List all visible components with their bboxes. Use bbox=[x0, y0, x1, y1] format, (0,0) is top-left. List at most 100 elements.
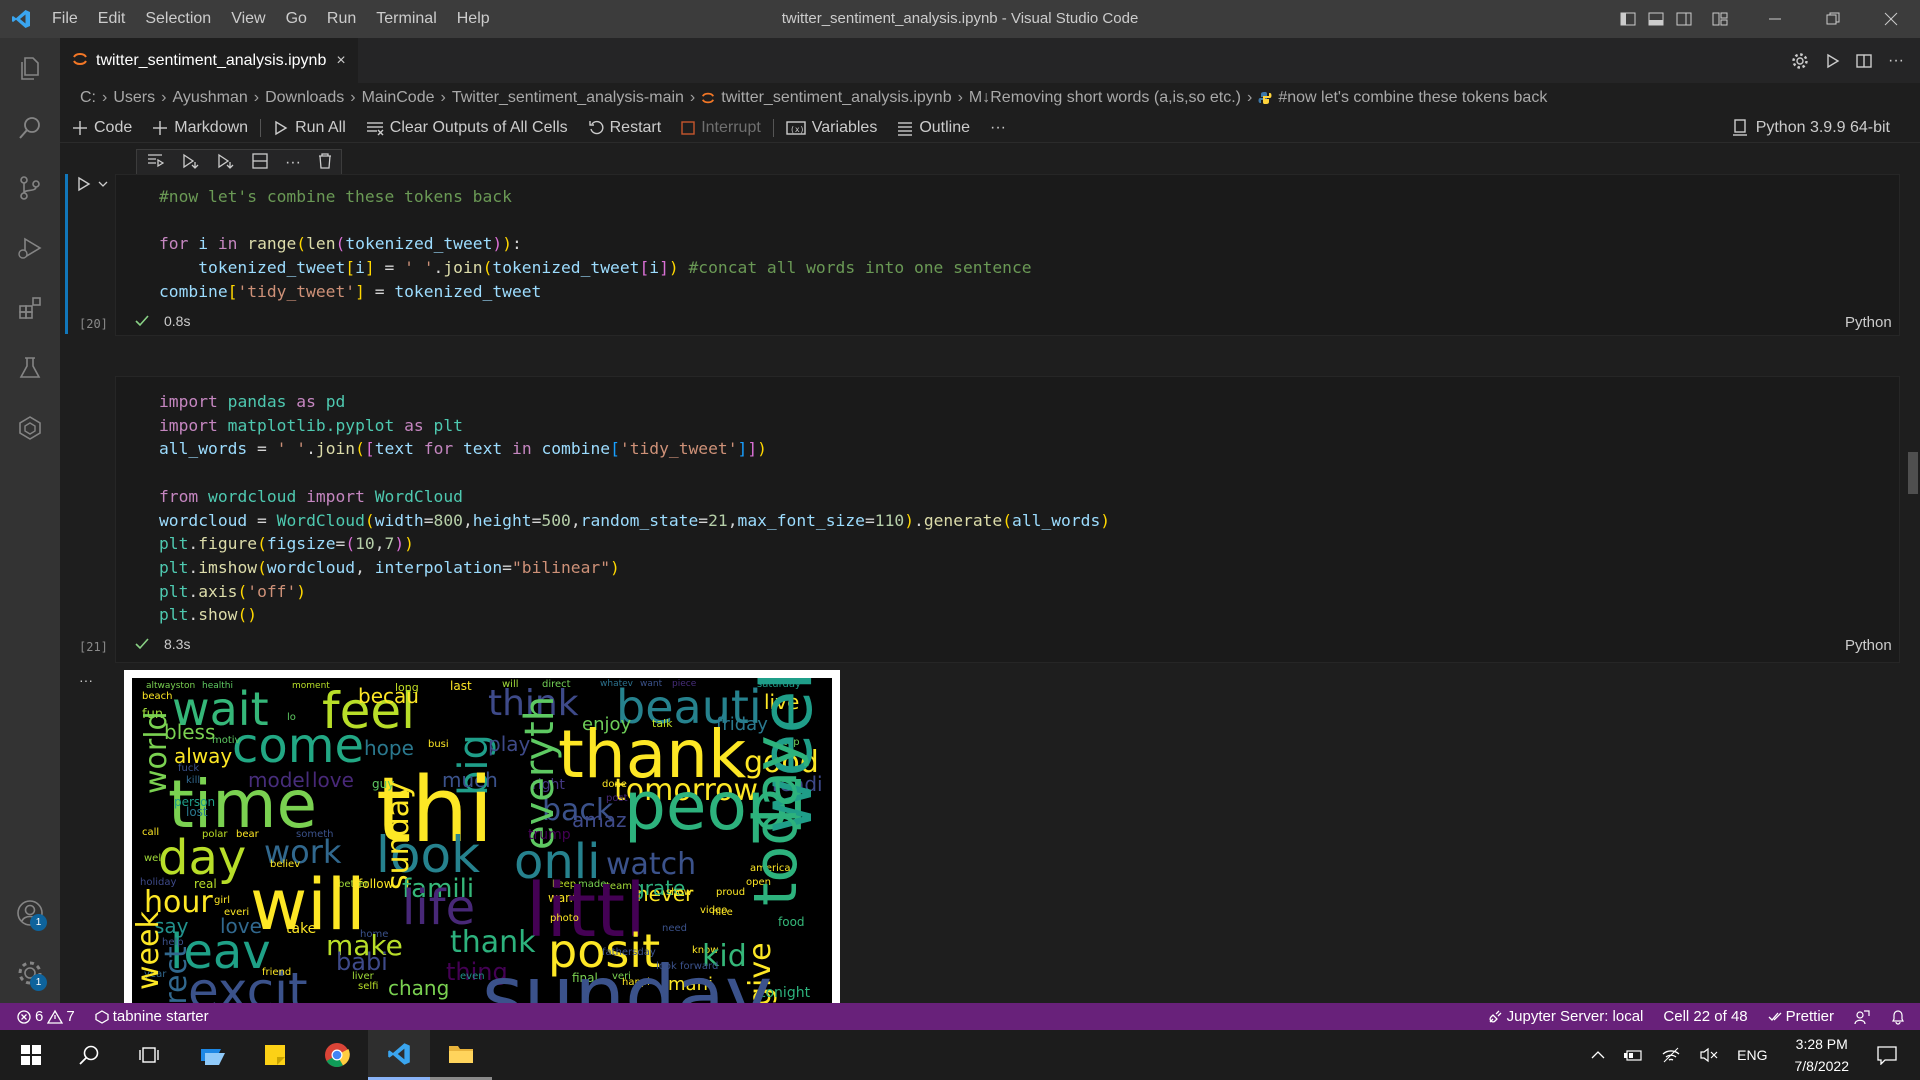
menu-terminal[interactable]: Terminal bbox=[366, 10, 446, 28]
wordcloud-word: day bbox=[158, 830, 247, 886]
customize-layout-icon[interactable] bbox=[1706, 0, 1734, 38]
split-editor-icon[interactable] bbox=[1848, 45, 1880, 77]
menu-file[interactable]: File bbox=[42, 10, 88, 28]
menu-go[interactable]: Go bbox=[276, 10, 317, 28]
taskbar-search-icon[interactable] bbox=[58, 1030, 120, 1080]
breadcrumb-item[interactable]: Users bbox=[113, 89, 155, 107]
remote-explorer-icon[interactable] bbox=[0, 398, 60, 458]
breadcrumb-item[interactable]: C: bbox=[80, 89, 96, 107]
windows-taskbar: ENG 3:28 PM 7/8/2022 bbox=[0, 1030, 1920, 1080]
accounts-icon[interactable]: 1 bbox=[0, 883, 60, 943]
toggle-secondary-sidebar-icon[interactable] bbox=[1670, 0, 1698, 38]
chrome-icon[interactable] bbox=[306, 1030, 368, 1080]
variables-button[interactable]: (x) Variables bbox=[786, 119, 877, 137]
toggle-primary-sidebar-icon[interactable] bbox=[1614, 0, 1642, 38]
kernel-icon bbox=[1732, 119, 1748, 137]
toggle-panel-icon[interactable] bbox=[1642, 0, 1670, 38]
output-more-button[interactable]: ··· bbox=[79, 672, 93, 688]
cell-status: 0.8s bbox=[134, 313, 190, 329]
battery-icon[interactable] bbox=[1623, 1048, 1643, 1062]
menu-run[interactable]: Run bbox=[317, 10, 366, 28]
breadcrumb-item[interactable]: #now let's combine these tokens back bbox=[1278, 89, 1547, 107]
wordcloud-output-image: altwayston healthi moment long last will direc… bbox=[124, 670, 840, 1003]
prettier-status[interactable]: Prettier bbox=[1768, 1008, 1834, 1025]
cell-position[interactable]: Cell 22 of 48 bbox=[1663, 1008, 1747, 1025]
outline-button[interactable]: Outline bbox=[897, 119, 970, 137]
run-and-debug-icon[interactable] bbox=[0, 218, 60, 278]
notifications-bell-icon[interactable] bbox=[1890, 1009, 1906, 1025]
tabnine-status[interactable]: tabnine starter bbox=[95, 1008, 209, 1025]
add-markdown-cell-button[interactable]: Markdown bbox=[152, 119, 248, 137]
run-all-play-icon[interactable] bbox=[1816, 45, 1848, 77]
wordcloud-word: need bbox=[662, 923, 687, 934]
execute-above-icon[interactable] bbox=[146, 153, 164, 174]
close-window-button[interactable] bbox=[1862, 0, 1920, 38]
vscode-taskbar-icon[interactable] bbox=[368, 1030, 430, 1080]
execution-time: 8.3s bbox=[164, 636, 191, 652]
more-actions-icon[interactable]: ··· bbox=[1880, 45, 1912, 77]
menu-selection[interactable]: Selection bbox=[135, 10, 221, 28]
jupyter-server-status[interactable]: Jupyter Server: local bbox=[1487, 1008, 1643, 1025]
testing-icon[interactable] bbox=[0, 338, 60, 398]
delete-cell-icon[interactable] bbox=[318, 152, 332, 174]
task-view-icon[interactable] bbox=[118, 1030, 180, 1080]
execute-below-icon[interactable] bbox=[216, 153, 234, 174]
restart-kernel-button[interactable]: Restart bbox=[588, 119, 661, 137]
wordcloud-word: photo bbox=[550, 913, 579, 924]
show-hidden-icons-chevron-up-icon[interactable] bbox=[1591, 1050, 1605, 1060]
wordcloud-word: selfi bbox=[358, 981, 379, 992]
menu-view[interactable]: View bbox=[221, 10, 275, 28]
cell-status: 8.3s bbox=[134, 636, 190, 652]
problems-indicator[interactable]: 6 7 bbox=[16, 1008, 75, 1025]
interrupt-kernel-button[interactable]: Interrupt bbox=[681, 119, 761, 137]
wordcloud-word: last bbox=[450, 679, 472, 693]
menu-help[interactable]: Help bbox=[447, 10, 500, 28]
cell-editor[interactable]: #now let's combine these tokens back for… bbox=[115, 174, 1900, 336]
clear-outputs-button[interactable]: Clear Outputs of All Cells bbox=[366, 119, 568, 137]
plus-icon bbox=[152, 120, 168, 136]
cell-editor[interactable]: import pandas as pd import matplotlib.py… bbox=[115, 376, 1900, 663]
file-explorer-icon[interactable] bbox=[430, 1030, 492, 1080]
tabnine-label: tabnine starter bbox=[112, 1008, 209, 1025]
extensions-icon[interactable] bbox=[0, 278, 60, 338]
windows-start-icon[interactable] bbox=[0, 1030, 62, 1080]
cell-more-icon[interactable]: ··· bbox=[285, 154, 301, 172]
input-language[interactable]: ENG bbox=[1737, 1047, 1767, 1063]
breadcrumb-item[interactable]: twitter_sentiment_analysis.ipynb bbox=[721, 89, 951, 107]
clock-date: 7/8/2022 bbox=[1794, 1058, 1850, 1074]
breadcrumb-item[interactable]: MainCode bbox=[362, 89, 435, 107]
kernel-picker[interactable]: Python 3.9.9 64-bit bbox=[1732, 113, 1890, 143]
source-control-icon[interactable] bbox=[0, 158, 60, 218]
cell-language[interactable]: Python bbox=[1845, 314, 1892, 331]
volume-muted-icon[interactable] bbox=[1699, 1047, 1719, 1063]
run-all-button[interactable]: Run All bbox=[273, 119, 346, 137]
explorer-icon[interactable] bbox=[0, 38, 60, 98]
sticky-notes-icon[interactable] bbox=[244, 1030, 306, 1080]
menu-edit[interactable]: Edit bbox=[88, 10, 136, 28]
toolbar-more-button[interactable]: ··· bbox=[990, 119, 1006, 137]
breadcrumb-item[interactable]: Downloads bbox=[265, 89, 344, 107]
feedback-icon[interactable] bbox=[1854, 1009, 1870, 1025]
add-code-cell-button[interactable]: Code bbox=[72, 119, 132, 137]
tab-notebook[interactable]: twitter_sentiment_analysis.ipynb × bbox=[60, 38, 358, 83]
execute-cell-below-icon[interactable] bbox=[181, 153, 199, 174]
editor-scrollbar-thumb[interactable] bbox=[1908, 452, 1918, 494]
search-icon[interactable] bbox=[0, 98, 60, 158]
wifi-icon[interactable] bbox=[1661, 1047, 1681, 1063]
tab-close-icon[interactable]: × bbox=[336, 52, 345, 70]
breadcrumb-item[interactable]: M↓Removing short words (a,is,so etc.) bbox=[969, 89, 1241, 107]
split-cell-icon[interactable] bbox=[251, 152, 268, 174]
wordcloud-word: nice bbox=[712, 907, 733, 918]
wordcloud-word: becau bbox=[358, 684, 419, 708]
azure-data-studio-icon[interactable] bbox=[182, 1030, 244, 1080]
run-cell-button[interactable] bbox=[76, 176, 108, 192]
breadcrumb-item[interactable]: Ayushman bbox=[172, 89, 247, 107]
taskbar-clock[interactable]: 3:28 PM 7/8/2022 bbox=[1795, 1033, 1850, 1077]
notebook-settings-gear-icon[interactable] bbox=[1784, 45, 1816, 77]
breadcrumb-item[interactable]: Twitter_sentiment_analysis-main bbox=[452, 89, 684, 107]
minimize-button[interactable] bbox=[1746, 0, 1804, 38]
restore-button[interactable] bbox=[1804, 0, 1862, 38]
manage-gear-icon[interactable]: 1 bbox=[0, 943, 60, 1003]
action-center-icon[interactable] bbox=[1876, 1045, 1898, 1065]
cell-language[interactable]: Python bbox=[1845, 637, 1892, 654]
